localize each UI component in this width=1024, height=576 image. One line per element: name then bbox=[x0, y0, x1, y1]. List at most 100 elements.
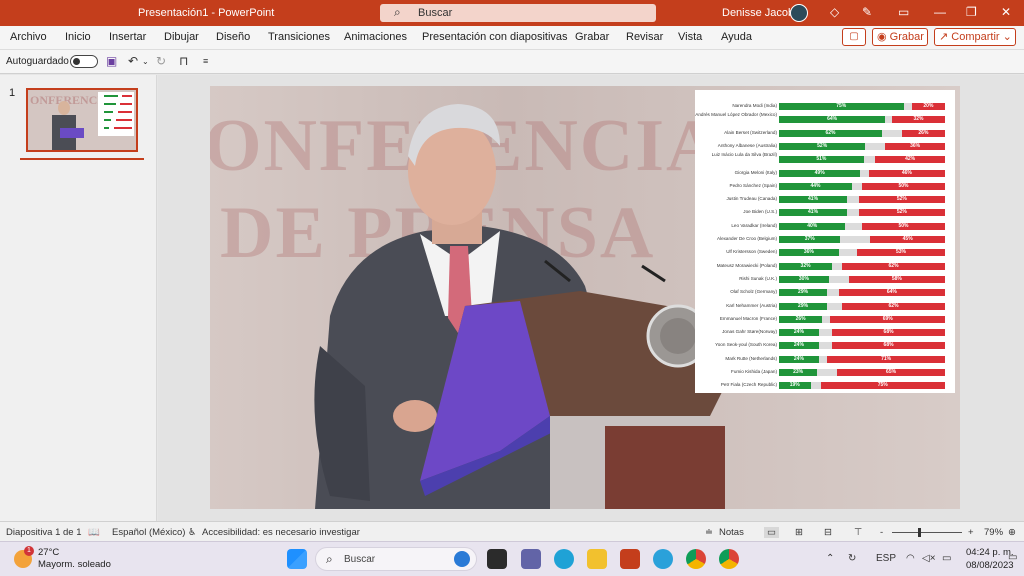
chart-bar-approve: 29% bbox=[779, 289, 828, 297]
chart-bar-disapprove: 62% bbox=[842, 262, 945, 270]
edge-icon[interactable] bbox=[554, 549, 574, 569]
zoom-slider-track[interactable] bbox=[892, 532, 962, 533]
menu-animaciones[interactable]: Animaciones bbox=[344, 31, 407, 43]
zoom-in-button[interactable]: + bbox=[968, 527, 974, 538]
close-icon[interactable]: ✕ bbox=[1001, 5, 1011, 19]
task-view-icon[interactable] bbox=[487, 549, 507, 569]
menu-presentacion[interactable]: Presentación con diapositivas bbox=[422, 31, 568, 43]
chart-leader-label: Jonas Gahr Støre(Norway) bbox=[722, 329, 777, 335]
autosave-toggle[interactable] bbox=[70, 55, 98, 68]
chart-bar-approve: 44% bbox=[779, 182, 853, 190]
spellcheck-icon[interactable]: 📖 bbox=[88, 527, 100, 538]
chart-bar-approve: 29% bbox=[779, 302, 828, 310]
chart-bar-approve: 26% bbox=[779, 315, 823, 323]
chart-leader-label: Alexander De Croo (Belgium) bbox=[717, 236, 777, 241]
file-explorer-icon[interactable] bbox=[587, 549, 607, 569]
normal-view-icon[interactable]: ▭ bbox=[764, 527, 779, 538]
taskbar-search[interactable]: ⌕ Buscar bbox=[315, 547, 477, 571]
slide-canvas[interactable]: ONFERENCIA DE PRENSA bbox=[210, 86, 960, 509]
title-search-box[interactable]: ⌕ Buscar bbox=[380, 4, 656, 22]
chart-bar-approve: 51% bbox=[779, 156, 864, 164]
menu-vista[interactable]: Vista bbox=[678, 31, 702, 43]
wifi-icon[interactable]: ◠ bbox=[906, 553, 915, 564]
zoom-slider-thumb[interactable] bbox=[918, 528, 921, 537]
comments-button[interactable]: ▢ bbox=[842, 28, 866, 46]
avatar[interactable] bbox=[790, 4, 808, 22]
fit-to-window-icon[interactable]: ⊕ bbox=[1008, 527, 1016, 538]
undo-icon[interactable]: ↶ bbox=[128, 54, 138, 68]
user-name[interactable]: Denisse Jacobo bbox=[722, 7, 800, 19]
chart-row: Mateusz Morawiecki (Poland) 32% 62% bbox=[695, 260, 955, 273]
notes-button[interactable]: Notas bbox=[719, 527, 744, 538]
chart-leader-label: Yoon Seok-youl (South Korea) bbox=[715, 342, 777, 348]
share-button[interactable]: ↗ Compartir ⌄ bbox=[934, 28, 1016, 46]
record-button[interactable]: ◉ Grabar bbox=[872, 28, 928, 46]
menu-dibujar[interactable]: Dibujar bbox=[164, 31, 199, 43]
weather-badge: 1 bbox=[24, 546, 34, 556]
menu-inicio[interactable]: Inicio bbox=[65, 31, 91, 43]
chart-bar-approve: 62% bbox=[779, 129, 882, 137]
redo-icon[interactable]: ↻ bbox=[156, 54, 166, 68]
menu-archivo[interactable]: Archivo bbox=[10, 31, 47, 43]
slide-thumbnail-1[interactable]: ONFERENCIA bbox=[26, 88, 138, 152]
slideshow-icon[interactable]: ⊤ bbox=[854, 527, 862, 538]
minimize-icon[interactable]: — bbox=[934, 5, 946, 19]
autosave-label: Autoguardado bbox=[6, 56, 69, 67]
chart-bar-disapprove: 68% bbox=[832, 342, 945, 350]
zoom-level[interactable]: 79% bbox=[984, 527, 1003, 538]
chart-bar-disapprove: 65% bbox=[837, 369, 945, 376]
clock-date: 08/08/2023 bbox=[966, 560, 1014, 571]
pen-icon[interactable]: ✎ bbox=[862, 5, 872, 19]
menu-grabar[interactable]: Grabar bbox=[575, 31, 609, 43]
present-icon[interactable]: ⊓ bbox=[179, 54, 188, 68]
chart-bar-track: 40% 50% bbox=[779, 222, 945, 230]
input-language[interactable]: ESP bbox=[876, 553, 896, 564]
chart-row: Pedro Sánchez (Spain) 44% 50% bbox=[695, 180, 955, 193]
save-icon[interactable]: ▣ bbox=[106, 54, 117, 68]
clock[interactable]: 04:24 p. m. 08/08/2023 bbox=[966, 546, 1014, 572]
restore-icon[interactable]: ❐ bbox=[966, 5, 977, 19]
chart-bar-disapprove: 36% bbox=[885, 142, 945, 150]
slide-thumbnail-image: ONFERENCIA bbox=[28, 90, 136, 150]
bing-icon bbox=[454, 551, 470, 567]
language-status[interactable]: Español (México) bbox=[112, 527, 185, 538]
menu-ayuda[interactable]: Ayuda bbox=[721, 31, 752, 43]
slide-sorter-icon[interactable]: ⊞ bbox=[795, 527, 803, 538]
chart-bar-track: 30% 58% bbox=[779, 275, 945, 283]
chart-bar-disapprove: 68% bbox=[832, 329, 945, 337]
chart-leader-label: Leo Varadkar (Ireland) bbox=[731, 222, 777, 228]
menu-diseno[interactable]: Diseño bbox=[216, 31, 250, 43]
undo-dropdown-icon[interactable]: ⌄ bbox=[142, 57, 149, 66]
menu-revisar[interactable]: Revisar bbox=[626, 31, 663, 43]
accessibility-status[interactable]: Accesibilidad: es necesario investigar bbox=[202, 527, 360, 538]
window-title: Presentación1 - PowerPoint bbox=[138, 7, 275, 19]
chart-bar-track: 44% 50% bbox=[779, 182, 945, 190]
telegram-icon[interactable] bbox=[653, 549, 673, 569]
ribbon-display-icon[interactable]: ▭ bbox=[898, 5, 909, 19]
menu-insertar[interactable]: Insertar bbox=[109, 31, 146, 43]
windows-start-icon[interactable] bbox=[287, 549, 307, 569]
chart-bar-track: 64% 32% bbox=[779, 116, 945, 124]
chrome-profile-icon[interactable] bbox=[719, 549, 739, 569]
battery-icon[interactable]: ▭ bbox=[942, 553, 951, 564]
customize-toolbar-icon[interactable]: ≡ bbox=[203, 56, 208, 66]
slide-thumbnail-pane: 1 ONFERENCIA bbox=[0, 75, 157, 521]
chrome-icon[interactable] bbox=[686, 549, 706, 569]
volume-icon[interactable]: ◁× bbox=[922, 553, 936, 564]
chart-bar-track: 29% 64% bbox=[779, 289, 945, 297]
reading-view-icon[interactable]: ⊟ bbox=[824, 527, 832, 538]
sync-icon[interactable]: ↻ bbox=[848, 553, 856, 564]
weather-widget[interactable]: 27°C Mayorm. soleado bbox=[38, 547, 111, 571]
zoom-out-button[interactable]: - bbox=[880, 527, 883, 538]
chevron-up-icon[interactable]: ⌃ bbox=[826, 553, 834, 564]
chart-bar-track: 32% 62% bbox=[779, 262, 945, 270]
chart-bar-track: 24% 68% bbox=[779, 342, 945, 350]
menu-transiciones[interactable]: Transiciones bbox=[268, 31, 330, 43]
notifications-icon[interactable]: ▭ bbox=[1008, 552, 1017, 563]
teams-icon[interactable] bbox=[521, 549, 541, 569]
diamond-icon[interactable]: ◇ bbox=[830, 5, 839, 19]
search-icon: ⌕ bbox=[326, 552, 333, 566]
powerpoint-icon[interactable] bbox=[620, 549, 640, 569]
search-icon: ⌕ bbox=[394, 5, 401, 19]
chart-row: Jonas Gahr Støre(Norway) 24% 68% bbox=[695, 326, 955, 339]
